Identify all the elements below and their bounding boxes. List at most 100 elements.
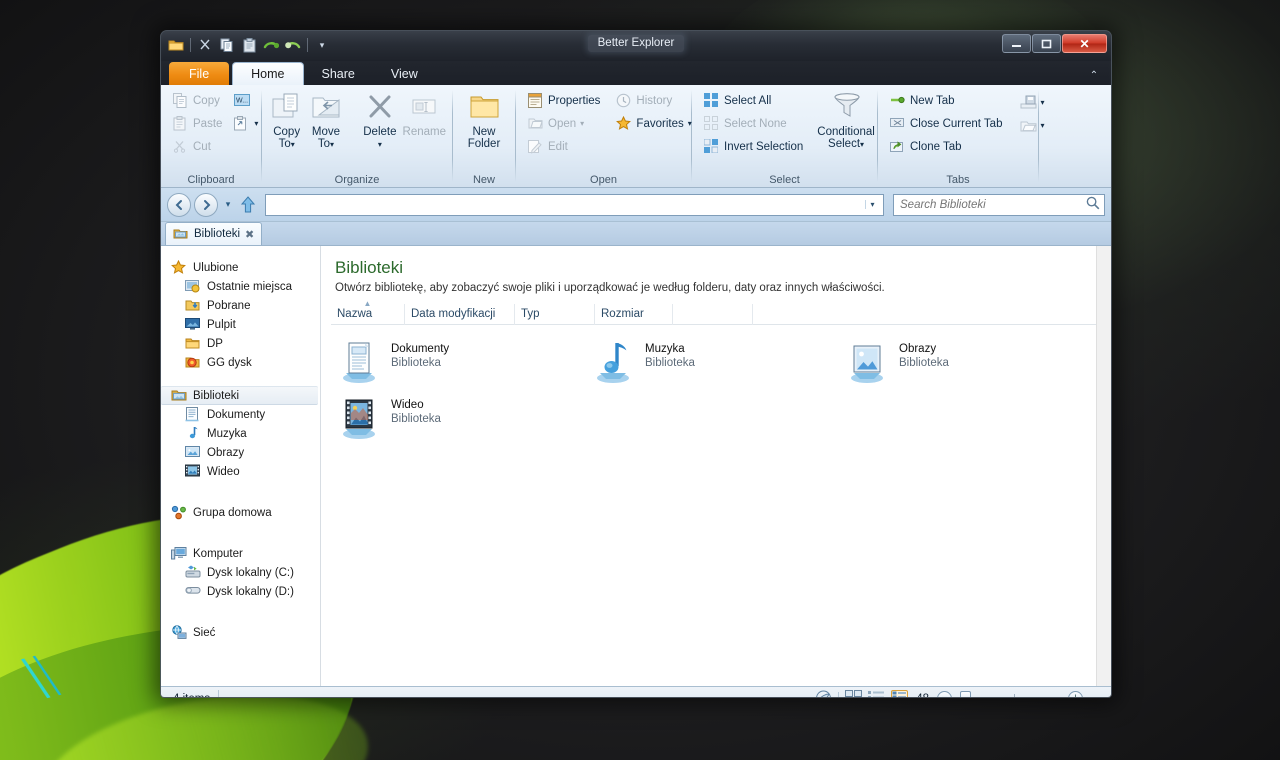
tab-home[interactable]: Home (232, 62, 303, 85)
copy-button[interactable]: Copy (169, 90, 226, 112)
invert-selection-button[interactable]: Invert Selection (700, 136, 807, 158)
move-to-button[interactable]: MoveTo▾ (309, 90, 342, 150)
column-header-typ[interactable]: Typ (515, 304, 595, 325)
tab-view[interactable]: View (373, 62, 436, 85)
sidebar-item-wideo[interactable]: Wideo (161, 462, 320, 481)
address-dropdown-caret-icon[interactable]: ▾ (865, 200, 879, 209)
maximize-button[interactable] (1032, 34, 1061, 53)
list-item[interactable]: Wideo Biblioteka (331, 393, 585, 449)
column-header-rozmiar[interactable]: Rozmiar (595, 304, 673, 325)
recent-pages-caret-icon[interactable]: ▾ (221, 199, 235, 210)
select-all-button[interactable]: Select All (700, 90, 807, 112)
clone-tab-button[interactable]: Clone Tab (886, 136, 1006, 158)
zoom-in-button[interactable]: + (1068, 691, 1083, 698)
save-tabs-button[interactable]: ▾ (1016, 92, 1048, 114)
select-none-button[interactable]: Select None (700, 113, 807, 135)
sidebar-item-ostatnie-miejsca[interactable]: Ostatnie miejsca (161, 277, 320, 296)
sidebar-item-dysk-lokalny-d[interactable]: Dysk lokalny (D:) (161, 582, 320, 601)
column-header-nazwa[interactable]: ▲ Nazwa (331, 304, 405, 325)
back-button[interactable] (167, 193, 191, 217)
file-items-grid[interactable]: Dokumenty Biblioteka (321, 325, 1111, 449)
copy-path-button[interactable]: W... (230, 90, 262, 112)
search-icon[interactable] (1085, 196, 1101, 213)
search-box[interactable] (893, 194, 1105, 216)
list-item[interactable]: Dokumenty Biblioteka (331, 337, 585, 393)
open-tabs-button[interactable]: ▾ (1016, 115, 1048, 137)
sidebar-item-pobrane[interactable]: Pobrane (161, 296, 320, 315)
column-header-data-modyfikacji[interactable]: Data modyfikacji (405, 304, 515, 325)
explorer-tab-biblioteki[interactable]: Biblioteki ✖ (165, 222, 262, 245)
sidebar-item-biblioteki[interactable]: Biblioteki (161, 386, 318, 405)
sidebar-item-dysk-lokalny-c[interactable]: Dysk lokalny (C:) (161, 563, 320, 582)
column-headers[interactable]: ▲ Nazwa Data modyfikacji Typ Rozmiar (331, 304, 1111, 325)
save-tabs-caret[interactable]: ▾ (1040, 99, 1044, 107)
vertical-scrollbar[interactable] (1096, 246, 1111, 686)
copy-to-button[interactable]: CopyTo▾ (270, 90, 303, 150)
paste-icon[interactable] (239, 35, 259, 55)
folder-icon[interactable] (166, 35, 186, 55)
paste-shortcut-button[interactable]: ▾ (230, 113, 262, 135)
ribbon-tab-strip[interactable]: File Home Share View ⌃ (161, 61, 1111, 85)
new-tab-button[interactable]: New Tab (886, 90, 1006, 112)
cut-button[interactable]: Cut (169, 136, 226, 158)
sidebar-item-dp[interactable]: DP (161, 334, 320, 353)
paste-button[interactable]: Paste (169, 113, 226, 135)
zoom-out-button[interactable]: − (937, 691, 952, 698)
tab-share[interactable]: Share (304, 62, 373, 85)
sidebar-item-dokumenty[interactable]: Dokumenty (161, 405, 320, 424)
tab-file[interactable]: File (169, 62, 229, 85)
delete-button[interactable]: Delete▾ (363, 90, 396, 150)
column-header-extra[interactable] (673, 304, 753, 325)
close-button[interactable]: ✕ (1062, 34, 1107, 53)
collapse-ribbon-icon[interactable]: ⌃ (1085, 67, 1103, 83)
paste-shortcut-caret[interactable]: ▾ (254, 120, 258, 128)
list-item[interactable]: Obrazy Biblioteka (839, 337, 1093, 393)
customize-qat-icon[interactable]: ▾ (312, 35, 332, 55)
quick-access-toolbar[interactable]: ▾ (166, 34, 332, 56)
undo-icon[interactable] (261, 35, 281, 55)
properties-button[interactable]: Properties (524, 90, 604, 112)
copy-icon[interactable] (217, 35, 237, 55)
resize-grip[interactable] (1091, 693, 1103, 699)
list-item[interactable]: Muzyka Biblioteka (585, 337, 839, 393)
sidebar-item-obrazy[interactable]: Obrazy (161, 443, 320, 462)
conditional-select-button[interactable]: ConditionalSelect▾ (817, 90, 875, 150)
zoom-slider-thumb[interactable] (960, 691, 971, 698)
details-pane-toggle[interactable] (815, 690, 832, 698)
svg-text:W...: W... (236, 98, 248, 105)
up-button[interactable] (238, 196, 258, 214)
open-caret[interactable]: ▾ (580, 120, 584, 128)
forward-button[interactable] (194, 193, 218, 217)
sidebar-item-gg-dysk[interactable]: GG dysk (161, 353, 320, 372)
close-current-tab-button[interactable]: Close Current Tab (886, 113, 1006, 135)
address-path-bar[interactable]: ▾ (265, 194, 884, 216)
favorites-button[interactable]: Favorites ▾ (612, 113, 695, 135)
open-button[interactable]: Open ▾ (524, 113, 604, 135)
close-tab-icon[interactable]: ✖ (245, 228, 254, 241)
sidebar-item-muzyka[interactable]: Muzyka (161, 424, 320, 443)
status-right[interactable]: 48 − + (815, 690, 1107, 698)
new-folder-button[interactable]: NewFolder (459, 90, 509, 150)
sidebar-item-ulubione[interactable]: Ulubione (161, 258, 320, 277)
sidebar-item-siec[interactable]: Sieć (161, 623, 320, 642)
rename-button[interactable]: Rename (403, 90, 446, 138)
minimize-button[interactable] (1002, 34, 1031, 53)
window-controls[interactable]: ✕ (1002, 34, 1107, 53)
browser-tab-strip[interactable]: Biblioteki ✖ (161, 222, 1111, 246)
list-view[interactable] (868, 690, 885, 698)
search-input[interactable] (900, 199, 1085, 211)
zoom-slider[interactable] (958, 691, 1062, 698)
sidebar-item-pulpit[interactable]: Pulpit (161, 315, 320, 334)
open-tabs-caret[interactable]: ▾ (1040, 122, 1044, 130)
navigation-pane[interactable]: Ulubione Ostatnie miejsca Pobrane Pulpit (161, 246, 321, 686)
history-button[interactable]: History (612, 90, 695, 112)
edit-button[interactable]: Edit (524, 136, 604, 158)
sidebar-item-komputer[interactable]: Komputer (161, 544, 320, 563)
sidebar-item-grupa-domowa[interactable]: Grupa domowa (161, 503, 320, 522)
file-list-pane[interactable]: Biblioteki Otwórz bibliotekę, aby zobacz… (321, 246, 1111, 686)
redo-icon[interactable] (283, 35, 303, 55)
title-bar[interactable]: ▾ Better Explorer ✕ (161, 31, 1111, 61)
large-icons-view[interactable] (845, 690, 862, 698)
cut-icon[interactable] (195, 35, 215, 55)
details-view[interactable] (891, 690, 908, 698)
